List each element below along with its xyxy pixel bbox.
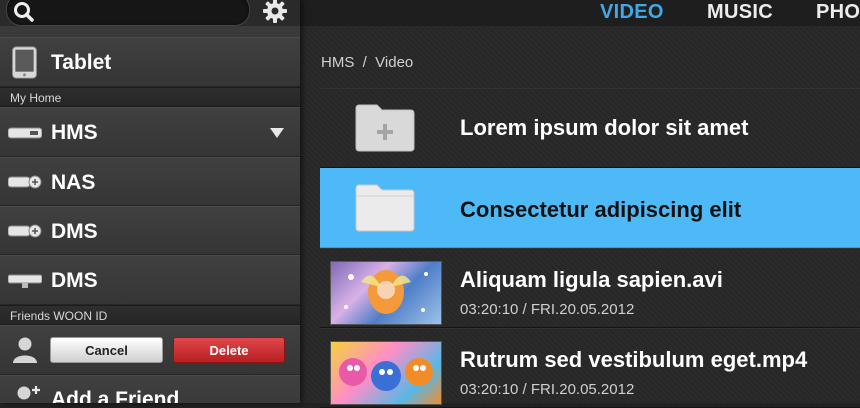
- cartoon-characters-image: [339, 358, 433, 391]
- section-my-home: My Home: [0, 87, 300, 107]
- video-thumbnail: [330, 261, 442, 325]
- device-item-dms[interactable]: DMS: [0, 206, 300, 255]
- item-title: Rutrum sed vestibulum eget.mp4: [460, 347, 808, 372]
- server-device-icon: [8, 127, 42, 139]
- list-item[interactable]: Lorem ipsum dolor sit amet: [320, 88, 860, 168]
- add-person-icon: [17, 386, 40, 400]
- breadcrumb: HMS / Video: [321, 54, 414, 71]
- device-item-nas[interactable]: NAS: [0, 157, 300, 206]
- item-meta: 03:20:10 / FRI.20.05.2012: [460, 381, 635, 398]
- search-input[interactable]: [6, 0, 250, 26]
- add-friend-row[interactable]: Add a Friend: [0, 375, 300, 403]
- cancel-button[interactable]: Cancel: [50, 337, 163, 363]
- folder-icon: [355, 184, 415, 232]
- list-item-selected[interactable]: Consectetur adipiscing elit: [320, 168, 860, 248]
- chevron-down-icon[interactable]: [270, 128, 284, 138]
- top-nav: VIDEO MUSIC PHOTO: [300, 0, 860, 26]
- delete-button[interactable]: Delete: [173, 337, 285, 363]
- device-label: NAS: [51, 171, 96, 194]
- item-title: Lorem ipsum dolor sit amet: [460, 115, 749, 140]
- tablet-icon: [12, 46, 37, 79]
- tab-video[interactable]: VIDEO: [600, 0, 664, 24]
- section-friends: Friends WOON ID: [0, 305, 300, 325]
- item-meta: 03:20:10 / FRI.20.05.2012: [460, 301, 635, 318]
- device-label: HMS: [51, 121, 98, 144]
- device-label: DMS: [51, 220, 98, 243]
- tab-photo[interactable]: PHOTO: [816, 0, 860, 24]
- search-bar: [0, 0, 300, 26]
- sidebar: Tablet My Home HMS NAS DMS DMS Friends W…: [0, 0, 300, 403]
- device-item-hms[interactable]: HMS: [0, 107, 300, 157]
- list-item[interactable]: Aliquam ligula sapien.avi 03:20:10 / FRI…: [320, 248, 860, 328]
- fairy-character-image: [344, 270, 428, 314]
- linked-device-icon: [8, 175, 42, 189]
- current-device-label: Tablet: [51, 51, 112, 74]
- video-thumbnail: [330, 341, 442, 405]
- item-title: Aliquam ligula sapien.avi: [460, 267, 723, 292]
- item-title: Consectetur adipiscing elit: [460, 197, 742, 222]
- search-icon[interactable]: [12, 1, 36, 25]
- current-device-row: Tablet: [0, 37, 300, 87]
- media-device-icon: [8, 274, 42, 288]
- gear-icon[interactable]: [262, 0, 288, 24]
- add-friend-label: Add a Friend: [51, 388, 180, 403]
- tab-music[interactable]: MUSIC: [707, 0, 773, 24]
- list-item[interactable]: Rutrum sed vestibulum eget.mp4 03:20:10 …: [320, 328, 860, 408]
- linked-device-icon: [8, 224, 42, 238]
- person-icon: [13, 337, 37, 363]
- device-item-dms-2[interactable]: DMS: [0, 255, 300, 305]
- device-label: DMS: [51, 269, 98, 292]
- content-pane: HMS / Video Lorem ipsum dolor sit amet C…: [300, 26, 860, 408]
- add-folder-icon: [355, 104, 415, 152]
